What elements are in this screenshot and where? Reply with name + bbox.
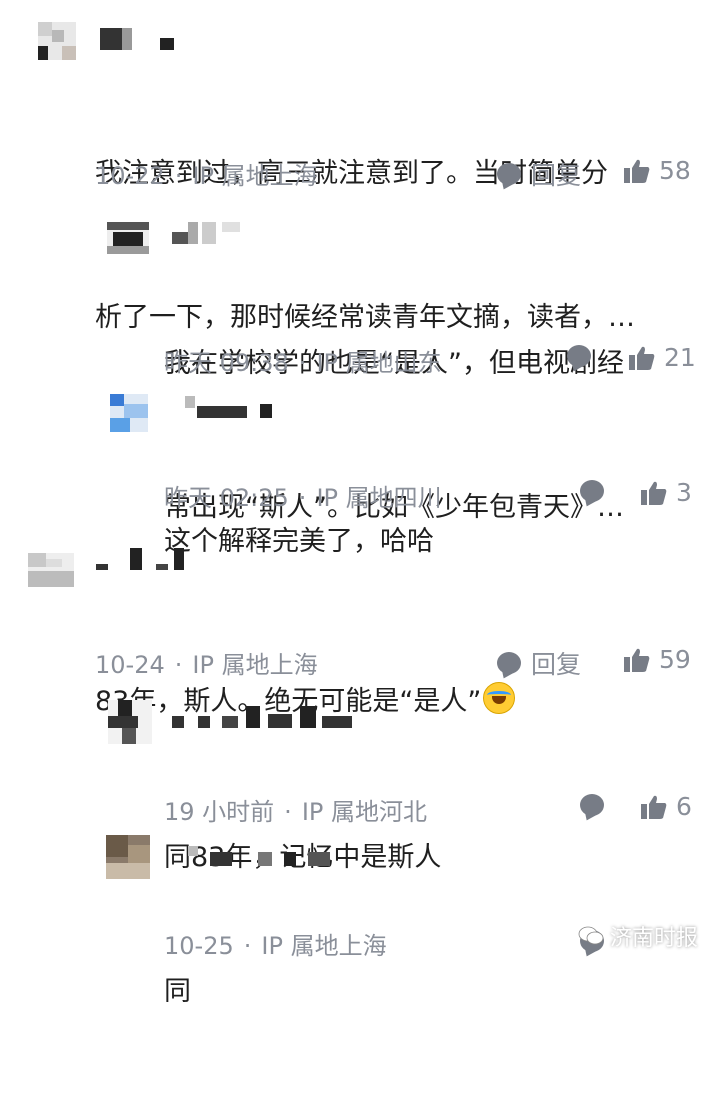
separator-dot: · — [174, 651, 183, 679]
like-button[interactable]: 59 — [623, 645, 691, 674]
like-count: 58 — [659, 156, 691, 185]
comment-bubble-icon — [580, 794, 604, 816]
username-redacted[interactable] — [96, 548, 196, 570]
comment-date: 19 小时前 — [164, 798, 275, 826]
comment-meta: 昨天 09:38 · IP 属地山东 — [164, 343, 442, 378]
avatar[interactable] — [108, 700, 152, 744]
ip-location: IP 属地上海 — [192, 162, 318, 190]
comment-meta: 10-25 · IP 属地上海 — [164, 926, 387, 961]
username-redacted[interactable] — [185, 396, 275, 418]
separator-dot: · — [298, 349, 307, 377]
separator-dot: · — [174, 162, 183, 190]
reply-label: 回复 — [531, 161, 582, 190]
like-count: 59 — [659, 645, 691, 674]
like-button[interactable]: 21 — [628, 343, 696, 372]
comment-bubble-icon — [580, 480, 604, 502]
thumbs-up-icon — [629, 346, 655, 370]
ip-location: IP 属地山东 — [316, 349, 442, 377]
like-count: 21 — [664, 343, 696, 372]
separator-dot: · — [298, 484, 307, 512]
username-redacted[interactable] — [188, 846, 338, 868]
like-button[interactable]: 3 — [640, 478, 692, 507]
thumbs-up-icon — [641, 481, 667, 505]
like-count: 6 — [676, 792, 692, 821]
reply-button[interactable] — [580, 794, 604, 816]
thumbs-up-icon — [624, 648, 650, 672]
reply-button[interactable]: 回复 — [497, 645, 581, 681]
reply-button[interactable]: 回复 — [497, 156, 581, 192]
username-redacted[interactable] — [172, 706, 362, 728]
like-button[interactable]: 58 — [623, 156, 691, 185]
comment-meta: 10-22 · IP 属地上海 — [95, 156, 318, 191]
comment-date: 10-24 — [95, 651, 165, 679]
comment-date: 昨天 02:25 — [164, 484, 289, 512]
ip-location: IP 属地上海 — [192, 651, 318, 679]
watermark-label: 济南时报 — [609, 926, 698, 951]
like-button[interactable]: 6 — [640, 792, 692, 821]
reply-label: 回复 — [531, 650, 582, 679]
comment-meta: 10-24 · IP 属地上海 — [95, 645, 318, 680]
avatar[interactable] — [106, 835, 150, 879]
reply-button[interactable] — [567, 345, 591, 367]
separator-dot: · — [284, 798, 292, 826]
comment-bubble-icon — [497, 652, 521, 674]
avatar[interactable] — [38, 22, 76, 60]
comment-text-line: 这个解释完美了，哈哈 — [164, 526, 434, 557]
comment-bubble-icon — [567, 345, 591, 367]
comment-bubble-icon — [497, 163, 521, 185]
username-redacted[interactable] — [100, 28, 180, 50]
avatar[interactable] — [28, 553, 74, 587]
comment-date: 昨天 09:38 — [164, 349, 289, 377]
comment-date: 10-22 — [95, 162, 165, 190]
separator-dot: · — [243, 932, 252, 960]
like-count: 3 — [676, 478, 692, 507]
ip-location: IP 属地四川 — [316, 484, 442, 512]
avatar[interactable] — [107, 222, 149, 254]
wechat-account-watermark: 济南时报 — [578, 920, 698, 952]
comment-text-line: 同 — [164, 976, 191, 1007]
ip-location: IP 属地上海 — [261, 932, 387, 960]
comment-date: 10-25 — [164, 932, 234, 960]
wechat-logo-icon — [578, 926, 604, 945]
comment-meta: 19 小时前 · IP 属地河北 — [164, 792, 427, 827]
comment-text: 同 — [164, 872, 198, 1112]
comment-meta: 昨天 02:25 · IP 属地四川 — [164, 478, 442, 513]
thumbs-up-icon — [624, 159, 650, 183]
ip-location: IP 属地河北 — [301, 798, 427, 826]
laughing-crying-emoji-icon — [483, 682, 516, 714]
avatar[interactable] — [110, 394, 148, 432]
reply-button[interactable] — [580, 480, 604, 502]
username-redacted[interactable] — [172, 222, 252, 244]
thumbs-up-icon — [641, 795, 667, 819]
